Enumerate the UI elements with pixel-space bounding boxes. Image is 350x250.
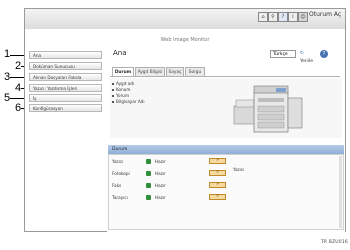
sidebar-item-home[interactable]: Ana: [29, 51, 102, 59]
refresh-label: Yenile: [300, 59, 314, 64]
status-row-fax: Faks Hazır: [112, 181, 242, 189]
status-row-scanner: Tarayıcı Hazır: [112, 193, 242, 201]
ready-icon: [146, 171, 151, 176]
ready-icon: [146, 183, 151, 188]
tab-counter[interactable]: Sayaç: [166, 67, 184, 76]
refresh-icon: ↻: [300, 51, 304, 56]
info-location: Konum: [112, 87, 131, 92]
sidebar-item-document-server[interactable]: Doküman Sunucusu: [29, 62, 102, 70]
status-panel: [108, 154, 344, 230]
status-row-copier: Fotokopi Hazır: [112, 169, 242, 177]
figure-code: TR BZU016: [320, 240, 348, 245]
status-row-printer: Yazıcı Hazır: [112, 157, 242, 165]
home-icon[interactable]: ⌂: [258, 12, 268, 22]
status-label: Yazıcı: [112, 159, 124, 164]
sidebar-item-configuration[interactable]: Konfigürasyon: [29, 104, 102, 112]
info-computer-name: Bilgisayar Adı: [112, 99, 144, 104]
help-icon[interactable]: ?: [278, 12, 288, 22]
details-button[interactable]: [209, 169, 226, 176]
ready-icon: [146, 195, 151, 200]
status-label: Faks: [112, 183, 122, 188]
status-scrollbar[interactable]: [339, 156, 342, 228]
language-select[interactable]: Türkçe: [270, 50, 296, 58]
help-button[interactable]: ?: [320, 50, 328, 58]
status-value: Hazır: [155, 159, 166, 164]
brand-title: Web Image Monitor: [160, 37, 210, 43]
refresh-button[interactable]: ↻ Yenile: [300, 50, 317, 64]
info-device-name: Aygıt adı: [112, 81, 134, 86]
ready-icon: [146, 159, 151, 164]
details-button[interactable]: [209, 157, 226, 164]
search-icon[interactable]: ⚲: [268, 12, 278, 22]
status-value: Hazır: [155, 171, 166, 176]
status-detail-text: Yazıcı: [233, 167, 245, 172]
status-label: Fotokopi: [112, 171, 130, 176]
callout-1: 1: [4, 48, 11, 60]
login-link[interactable]: Oturum Aç: [309, 11, 341, 18]
details-button[interactable]: [209, 181, 226, 188]
sidebar-item-job[interactable]: İş: [29, 94, 102, 102]
tab-inquiry[interactable]: Sorgu: [185, 67, 205, 76]
details-button[interactable]: [209, 193, 226, 200]
device-info-area: [110, 78, 342, 138]
device-image: [233, 85, 303, 133]
status-value: Hazır: [155, 183, 166, 188]
tab-status[interactable]: Durum: [112, 67, 134, 76]
sidebar-item-printer-jobs[interactable]: Yazıcı: Yazdırma İşleri: [29, 84, 102, 92]
user-icon[interactable]: ☺: [298, 12, 308, 22]
page-title: Ana: [113, 49, 127, 57]
status-label: Tarayıcı: [112, 195, 128, 200]
info-icon[interactable]: i: [288, 12, 298, 22]
sidebar: [26, 44, 106, 230]
status-value: Hazır: [155, 195, 166, 200]
tab-device-info[interactable]: Aygıt Bilgisi: [135, 67, 165, 76]
sidebar-item-fax-received[interactable]: Alınan Dosyaları Faksla: [29, 73, 102, 81]
info-comment: Yorum: [112, 93, 129, 98]
status-section-header: Durum: [108, 145, 344, 154]
